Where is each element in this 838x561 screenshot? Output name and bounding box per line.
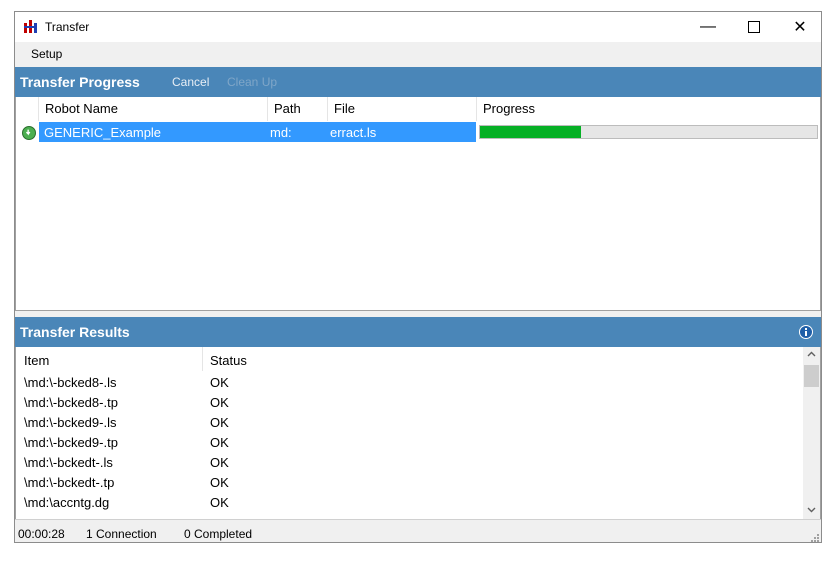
result-status: OK: [210, 395, 229, 410]
result-status: OK: [210, 375, 229, 390]
download-status-icon: [22, 126, 36, 140]
scroll-down-icon[interactable]: [807, 507, 816, 513]
progress-bar-fill: [480, 126, 582, 138]
scroll-up-icon[interactable]: [807, 351, 816, 357]
close-button[interactable]: ✕: [777, 12, 821, 42]
cancel-button[interactable]: Cancel: [172, 75, 209, 89]
resize-grip-icon[interactable]: [809, 532, 819, 542]
elapsed-time: 00:00:28: [18, 527, 65, 541]
menu-setup[interactable]: Setup: [31, 47, 62, 61]
path-cell: md:: [270, 125, 292, 140]
result-status: OK: [210, 455, 229, 470]
column-header-file[interactable]: File: [328, 97, 477, 121]
result-item: \md:\-bckedt-.ls: [24, 455, 113, 470]
column-header-item[interactable]: Item: [24, 353, 49, 368]
transfer-results-header: Transfer Results: [15, 317, 821, 347]
minimize-button[interactable]: —: [685, 12, 731, 42]
transfer-progress-header: Transfer Progress Cancel Clean Up: [15, 67, 821, 97]
progress-bar: [479, 125, 818, 139]
transfer-results-title: Transfer Results: [20, 324, 130, 340]
close-icon: ✕: [793, 19, 807, 36]
column-header-status[interactable]: Status: [210, 353, 247, 368]
file-cell: erract.ls: [330, 125, 377, 140]
transfer-results-list: Item Status \md:\-bcked8-.ls OK \md:\-bc…: [15, 347, 821, 519]
result-item: \md:\-bcked9-.ls: [24, 415, 117, 430]
result-status: OK: [210, 495, 229, 510]
result-item: \md:\-bckedt-.tp: [24, 475, 115, 490]
transfer-window: Transfer — ✕ Setup Transfer Progress Can…: [14, 11, 822, 543]
minimize-icon: —: [700, 18, 716, 35]
result-item: \md:\-bcked8-.ls: [24, 375, 117, 390]
result-status: OK: [210, 475, 229, 490]
robot-name-cell: GENERIC_Example: [44, 125, 162, 140]
app-icon: [24, 20, 37, 33]
transfer-progress-title: Transfer Progress: [20, 74, 140, 90]
menu-bar: Setup: [15, 42, 821, 66]
result-status: OK: [210, 435, 229, 450]
column-divider[interactable]: [202, 347, 203, 371]
column-header-status[interactable]: [16, 97, 39, 121]
column-header-progress[interactable]: Progress: [477, 97, 820, 121]
maximize-icon: [748, 21, 760, 33]
scrollbar-thumb[interactable]: [804, 365, 819, 387]
completed-count: 0 Completed: [184, 527, 253, 541]
column-header-robot-name[interactable]: Robot Name: [39, 97, 268, 121]
info-icon[interactable]: [798, 324, 814, 340]
status-bar: 00:00:28 1 Connection 0 Completed: [15, 519, 821, 542]
result-item: \md:\accntg.dg: [24, 495, 110, 510]
window-title: Transfer: [45, 20, 90, 34]
connection-count: 1 Connection: [86, 527, 157, 541]
result-item: \md:\-bcked8-.tp: [24, 395, 118, 410]
transfer-progress-list: Robot Name Path File Progress GENERIC_Ex…: [15, 97, 821, 311]
title-bar: Transfer — ✕: [15, 12, 821, 42]
results-scrollbar[interactable]: [803, 347, 820, 519]
result-item: \md:\-bcked9-.tp: [24, 435, 118, 450]
maximize-button[interactable]: [731, 12, 777, 42]
cleanup-button[interactable]: Clean Up: [227, 75, 277, 89]
result-status: OK: [210, 415, 229, 430]
column-header-path[interactable]: Path: [268, 97, 328, 121]
